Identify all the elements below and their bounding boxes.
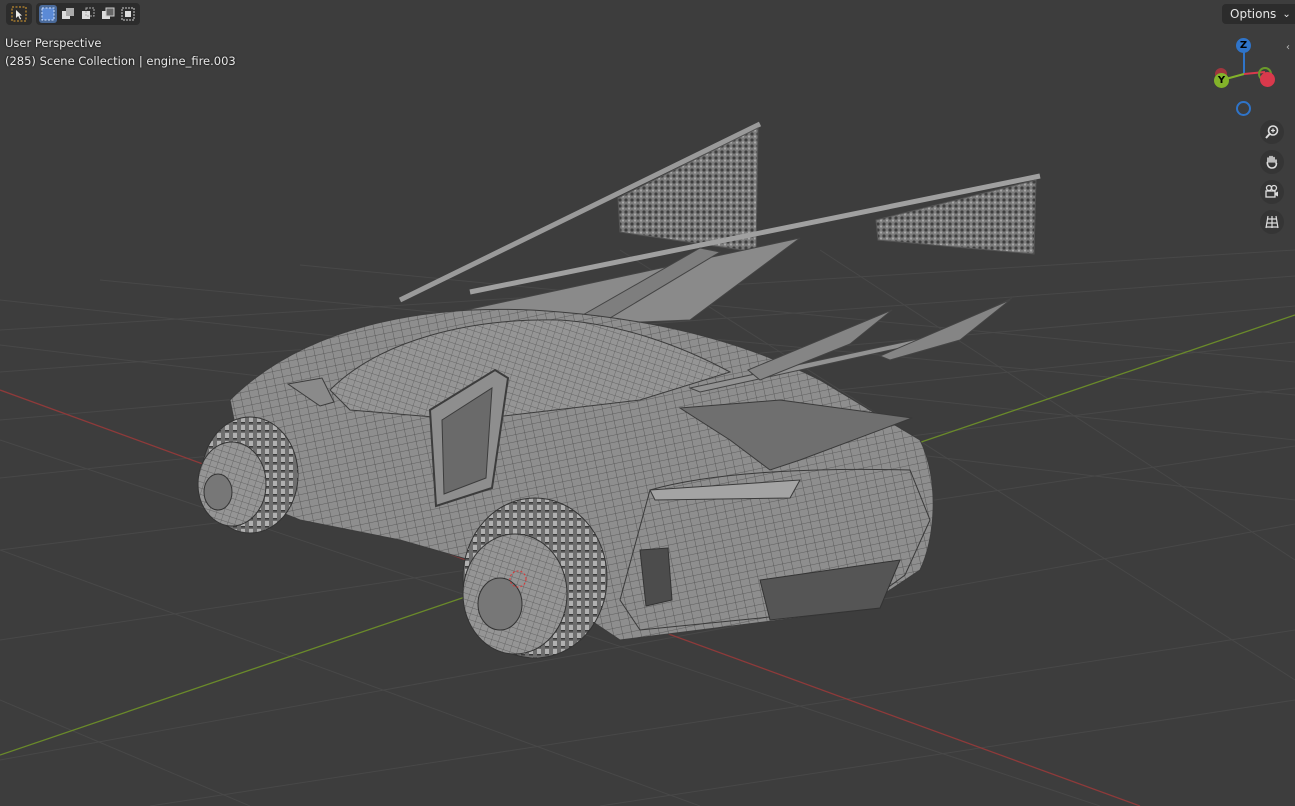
options-label: Options <box>1230 7 1277 21</box>
car-model <box>197 121 1041 659</box>
select-difference-icon[interactable] <box>99 5 117 23</box>
collection-info-label: (285) Scene Collection | engine_fire.003 <box>5 54 236 68</box>
selection-mode-group <box>36 3 140 25</box>
select-extend-icon[interactable] <box>59 5 77 23</box>
select-subtract-icon[interactable] <box>79 5 97 23</box>
pan-hand-icon[interactable] <box>1260 150 1284 174</box>
chevron-down-icon: ⌄ <box>1282 8 1291 20</box>
sidebar-toggle-icon[interactable]: ‹ <box>1286 42 1290 53</box>
options-dropdown[interactable]: Options ⌄ <box>1222 4 1295 24</box>
zoom-icon[interactable] <box>1260 120 1284 144</box>
neg-z-axis-ball[interactable] <box>1236 101 1251 116</box>
camera-icon[interactable] <box>1260 180 1284 204</box>
select-new-icon[interactable] <box>39 5 57 23</box>
select-intersect-icon[interactable] <box>119 5 137 23</box>
x-axis-ball[interactable] <box>1260 72 1275 87</box>
view-name-label: User Perspective <box>5 36 102 50</box>
3d-viewport[interactable]: Options ⌄ User Perspective (285) Scene C… <box>0 0 1295 806</box>
y-axis-ball[interactable]: Y <box>1214 73 1229 88</box>
grid-ortho-icon[interactable] <box>1260 210 1284 234</box>
cursor-select-icon[interactable] <box>10 5 28 23</box>
scene-canvas[interactable] <box>0 0 1295 806</box>
select-tool-group <box>6 3 32 25</box>
z-axis-ball[interactable]: Z <box>1236 38 1251 53</box>
